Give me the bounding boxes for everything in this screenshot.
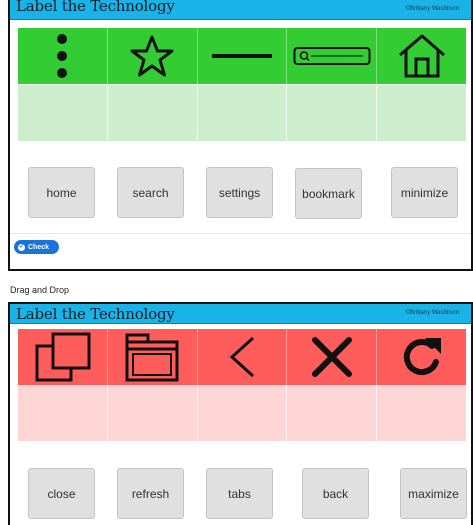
icon-cell-4: [287, 28, 378, 84]
drop-zone-3[interactable]: [198, 85, 288, 141]
activity-title: Label the Technology: [16, 0, 175, 15]
minus-icon: [211, 54, 272, 58]
icon-cell-2: [108, 329, 198, 385]
kebab-menu-icon: [57, 34, 68, 78]
icon-cell-5: [377, 329, 466, 385]
author-credit: ©Brittany Washburn: [405, 6, 459, 12]
browser-tabs-icon: [125, 333, 179, 382]
check-button-label: Check: [28, 243, 50, 251]
author-credit: ©Brittany Washburn: [405, 310, 459, 316]
drop-zone-4[interactable]: [287, 385, 378, 441]
label-chip-bank: home search settings bookmark minimize: [10, 167, 471, 219]
label-chip-back[interactable]: back: [302, 468, 369, 519]
star-icon: [130, 35, 174, 77]
drop-zone-row: [18, 85, 466, 141]
divider: [10, 233, 471, 234]
activity-panel-2: Label the Technology ©Brittany Washburn: [8, 302, 473, 525]
icon-cell-3: [198, 329, 288, 385]
icon-cell-5: [377, 28, 466, 84]
activity-banner: Label the Technology ©Brittany Washburn: [10, 0, 471, 20]
label-chip-home[interactable]: home: [28, 167, 95, 218]
chevron-left-icon: [229, 336, 254, 378]
drop-zone-2[interactable]: [108, 85, 198, 141]
drop-zone-row: [18, 385, 466, 441]
drop-zone-1[interactable]: [18, 385, 108, 441]
refresh-arrow-icon: [403, 338, 441, 376]
label-chip-minimize[interactable]: minimize: [391, 167, 458, 218]
search-bar-icon: [293, 47, 371, 65]
activity-panel-1: Label the Technology ©Brittany Washburn: [8, 0, 473, 271]
label-chip-close[interactable]: close: [28, 468, 95, 519]
drop-zone-1[interactable]: [18, 85, 108, 141]
icon-cell-3: [198, 28, 288, 84]
label-chip-bank: close refresh tabs back maximize: [10, 468, 471, 520]
home-icon: [398, 34, 445, 78]
label-chip-maximize[interactable]: maximize: [400, 468, 467, 519]
icon-row: [18, 329, 466, 385]
activity-banner: Label the Technology ©Brittany Washburn: [10, 304, 471, 324]
drop-zone-5[interactable]: [377, 385, 466, 441]
label-chip-bookmark[interactable]: bookmark: [295, 168, 362, 219]
close-x-icon: [311, 337, 352, 377]
check-circle-icon: ✓: [18, 243, 25, 251]
activity-title: Label the Technology: [16, 305, 175, 323]
drop-zone-4[interactable]: [287, 85, 378, 141]
drop-zone-3[interactable]: [198, 385, 288, 441]
duplicate-windows-icon: [35, 332, 91, 382]
drop-zone-5[interactable]: [377, 85, 466, 141]
icon-cell-1: [18, 28, 108, 84]
label-chip-tabs[interactable]: tabs: [206, 468, 273, 519]
check-button[interactable]: ✓ Check: [14, 240, 59, 254]
label-chip-refresh[interactable]: refresh: [117, 468, 184, 519]
icon-cell-1: [18, 329, 108, 385]
drop-zone-2[interactable]: [108, 385, 198, 441]
icon-row: [18, 28, 466, 84]
label-chip-settings[interactable]: settings: [206, 167, 273, 218]
icon-cell-4: [287, 329, 378, 385]
icon-cell-2: [108, 28, 198, 84]
label-chip-search[interactable]: search: [117, 167, 184, 218]
section-caption: Drag and Drop: [10, 285, 70, 295]
